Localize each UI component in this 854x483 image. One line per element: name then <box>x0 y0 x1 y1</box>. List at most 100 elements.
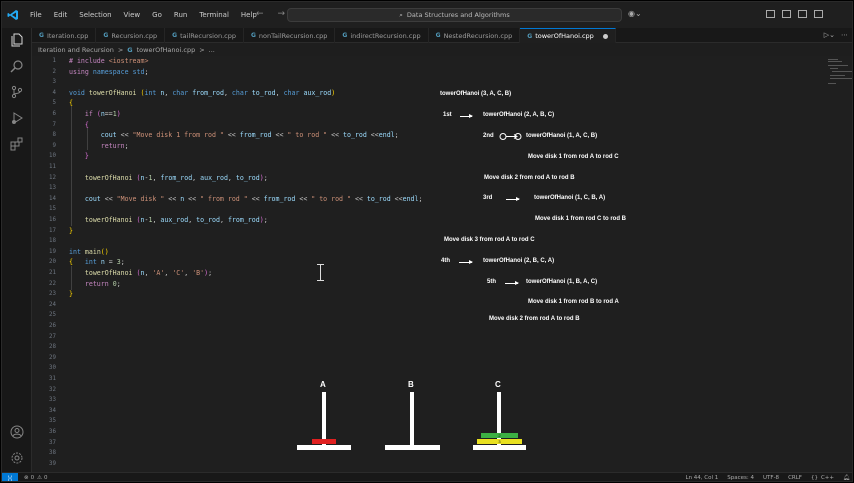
cursor-position[interactable]: Ln 44, Col 1 <box>686 475 719 481</box>
code-text[interactable]: # include <iostream> using namespace std… <box>69 56 422 298</box>
customize-layout-icon[interactable] <box>814 10 823 18</box>
menu-view[interactable]: View <box>118 11 147 19</box>
rod-b-base <box>385 445 440 450</box>
line-number: 15 <box>49 206 56 213</box>
annotation-move-1: Move disk 1 from rod A to rod C <box>528 154 619 160</box>
line-number: 35 <box>49 418 56 425</box>
line-number: 14 <box>49 195 56 202</box>
menu-selection[interactable]: Selection <box>73 11 117 19</box>
cpp-file-icon: G <box>250 32 256 39</box>
run-debug-icon[interactable] <box>9 110 25 126</box>
tab-tower-of-hanoi[interactable]: GtowerOfHanoi.cpp <box>520 28 616 43</box>
accounts-icon[interactable] <box>9 424 25 440</box>
warnings-icon[interactable]: ⚠ <box>37 475 42 481</box>
menu-edit[interactable]: Edit <box>48 11 74 19</box>
code-editor[interactable]: 1 2 3 4 5 6 7 8 9 10 11 12 13 14 15 16 17 18 19 20 21 22 23 24 2… <box>32 56 824 472</box>
encoding[interactable]: UTF-8 <box>763 475 779 481</box>
remote-indicator-icon[interactable]: ⟩⟨ <box>2 472 18 481</box>
line-number: 13 <box>49 185 56 192</box>
cpp-file-icon: G <box>527 32 533 40</box>
cpp-file-icon: G <box>103 32 109 39</box>
tab-non-tail-recursion[interactable]: GnonTailRecursion.cpp <box>244 28 336 43</box>
disk-2: 2 <box>481 433 518 438</box>
indent-guide <box>87 128 88 150</box>
line-number: 39 <box>49 460 56 467</box>
menu-go[interactable]: Go <box>146 11 168 19</box>
tab-recursion[interactable]: G Recursion.cpp <box>96 28 166 43</box>
tab-indirect-recursion[interactable]: GindirectRecursion.cpp <box>335 28 429 43</box>
extensions-icon[interactable] <box>9 136 25 152</box>
tab-iteration[interactable]: G Iteration.cpp <box>32 28 97 43</box>
toggle-secondary-sidebar-icon[interactable] <box>798 10 807 18</box>
status-bar: ⟩⟨ ⊗ 0 ⚠ 0 Ln 44, Col 1 Spaces: 4 UTF-8 … <box>2 472 852 481</box>
back-arrow-icon[interactable]: ← <box>256 9 264 19</box>
unsaved-dot-icon[interactable] <box>602 33 608 39</box>
line-number: 7 <box>52 121 57 128</box>
breadcrumb-folder[interactable]: Iteration and Recursion <box>38 46 114 54</box>
line-number: 22 <box>49 280 56 287</box>
search-icon[interactable] <box>9 58 25 74</box>
arrow-icon <box>506 197 520 201</box>
line-number: 27 <box>49 333 56 340</box>
line-number: 12 <box>49 174 56 181</box>
menu-terminal[interactable]: Terminal <box>193 11 235 19</box>
cpp-file-icon: G <box>127 46 133 54</box>
warnings-count[interactable]: 0 <box>44 475 48 481</box>
end-of-line[interactable]: CRLF <box>788 475 802 481</box>
annotation-call-5: towerOfHanoi (1, B, A, C) <box>526 279 598 285</box>
minimap[interactable] <box>824 56 852 472</box>
source-control-icon[interactable] <box>9 84 25 100</box>
cpp-file-icon: G <box>342 32 348 39</box>
line-number: 8 <box>52 132 57 139</box>
errors-count[interactable]: 0 <box>31 475 35 481</box>
language-mode[interactable]: C++ <box>821 475 834 481</box>
rod-b-pole <box>410 392 414 446</box>
line-number: 31 <box>49 376 56 382</box>
line-number: 10 <box>49 153 56 160</box>
cpp-file-icon: G <box>39 32 44 39</box>
tab-nested-recursion[interactable]: G NestedRecursion.cpp <box>429 28 521 43</box>
menu-file[interactable]: File <box>24 11 48 19</box>
menu-run[interactable]: Run <box>168 11 193 19</box>
menu-bar: File Edit Selection View Go Run Terminal… <box>24 11 263 19</box>
indent-guide <box>71 266 72 290</box>
annotation-call-1: towerOfHanoi (2, A, B, C) <box>483 112 555 118</box>
forward-arrow-icon[interactable]: → <box>278 9 286 19</box>
arrow-icon <box>505 281 519 285</box>
copilot-icon[interactable]: ◉⌄ <box>628 9 642 18</box>
indentation[interactable]: Spaces: 4 <box>727 475 754 481</box>
line-number: 29 <box>49 354 56 361</box>
toggle-sidebar-icon[interactable] <box>766 10 775 18</box>
notifications-bell-icon[interactable]: 🔔︎ <box>843 475 850 481</box>
breadcrumb: Iteration and Recursion > G towerOfHanoi… <box>38 46 215 54</box>
editor-tabs: G Iteration.cpp G Recursion.cpp GtailRecur… <box>32 28 852 43</box>
rod-a-pole <box>322 392 326 446</box>
line-number: 19 <box>49 248 56 255</box>
line-number: 1 <box>52 58 57 64</box>
explorer-icon[interactable] <box>9 32 25 48</box>
run-file-icon[interactable]: ▷⌄ <box>824 31 835 39</box>
settings-gear-icon[interactable] <box>9 450 25 466</box>
line-number: 32 <box>49 386 56 393</box>
line-number: 28 <box>49 344 56 351</box>
command-search-box[interactable]: ⌕ Data Structures and Algorithms <box>287 8 622 22</box>
line-number: 33 <box>49 397 56 404</box>
more-actions-icon[interactable]: ⋯ <box>841 31 848 39</box>
line-number: 5 <box>52 100 57 107</box>
line-number: 24 <box>49 301 56 308</box>
cpp-file-icon: G <box>172 32 178 39</box>
line-number: 9 <box>52 142 57 149</box>
errors-icon[interactable]: ⊗ <box>24 475 29 481</box>
arrow-icon <box>460 114 473 118</box>
annotation-label-2nd: 2nd <box>483 133 494 139</box>
breadcrumb-file[interactable]: towerOfHanoi.cpp <box>137 46 196 54</box>
vscode-window: File Edit Selection View Go Run Terminal… <box>1 1 853 482</box>
line-number: 25 <box>49 312 56 319</box>
tab-tail-recursion[interactable]: GtailRecursion.cpp <box>165 28 244 43</box>
annotation-root-call: towerOfHanoi (3, A, C, B) <box>440 91 512 97</box>
indent-guide <box>71 106 72 226</box>
toggle-panel-icon[interactable] <box>782 10 791 18</box>
search-icon: ⌕ <box>399 10 403 19</box>
search-text: Data Structures and Algorithms <box>406 11 510 19</box>
line-number: 2 <box>52 68 57 75</box>
